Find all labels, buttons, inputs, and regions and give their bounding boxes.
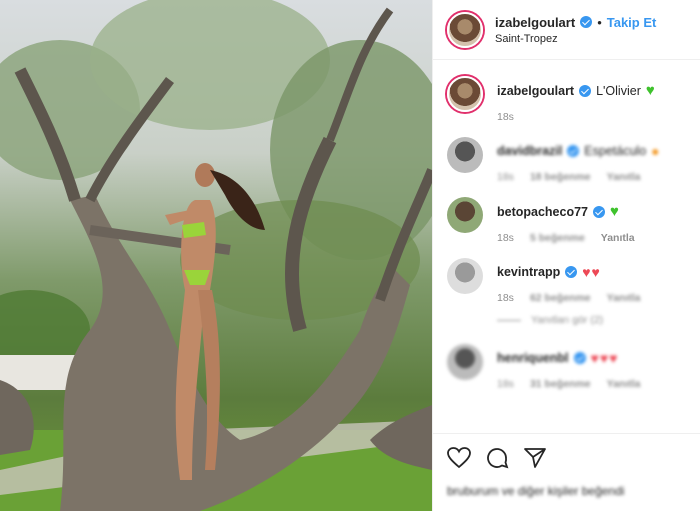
caption-text: L'Olivier [596,83,641,98]
commenter-avatar[interactable] [447,258,483,294]
comment-item: henriquenbl ♥♥♥ 18s 31 beğenme Yanıtla [447,344,686,390]
comment-time[interactable]: 18s [497,171,514,183]
comment-likes[interactable]: 62 beğenme [530,292,591,304]
comment-item: kevintrapp ♥♥ 18s 62 beğenme Yanıtla [447,258,686,304]
emoji-icon: ● [651,143,660,159]
separator-dot: • [597,14,602,30]
heart-icon[interactable] [447,447,471,469]
photo-illustration [0,0,432,511]
commenter-avatar[interactable] [447,137,483,173]
red-hearts-icon: ♥♥ [582,264,601,280]
commenter-username[interactable]: betopacheco77 [497,205,588,219]
replies-divider [497,319,521,321]
follow-button[interactable]: Takip Et [607,15,657,30]
comment-likes[interactable]: 18 beğenme [530,171,591,183]
caption-avatar[interactable] [447,76,483,112]
caption-time[interactable]: 18s [497,111,514,123]
caption: izabelgoulart L'Olivier ♥ 18s [447,76,686,123]
comment-time[interactable]: 18s [497,232,514,244]
post-header: izabelgoulart • Takip Et Saint-Tropez [433,0,700,60]
view-replies-button[interactable]: Yanıtları gör (2) [447,314,686,326]
post-actions: bruburum ve diğer kişiler beğendi [433,433,700,511]
reply-button[interactable]: Yanıtla [607,292,641,304]
comment-text: Espetáculo [584,144,647,158]
comment-icon[interactable] [485,446,509,470]
commenter-avatar[interactable] [447,197,483,233]
reply-button[interactable]: Yanıtla [607,171,641,183]
author-avatar[interactable] [447,11,483,48]
author-username[interactable]: izabelgoulart [495,15,575,30]
post-photo[interactable] [0,0,432,511]
verified-badge-icon [573,352,586,364]
post-side-panel: izabelgoulart • Takip Et Saint-Tropez iz… [432,0,700,511]
green-heart-icon: ♥ [645,82,655,99]
comment-likes[interactable]: 5 beğenme [530,232,585,244]
green-heart-icon: ♥ [610,203,619,220]
red-hearts-icon: ♥♥♥ [590,350,619,366]
verified-badge-icon [593,205,606,218]
comment-item: davidbrazil Espetáculo ● 18s 18 beğenme … [447,137,686,183]
share-icon[interactable] [523,447,547,469]
comment-item: betopacheco77 ♥ 18s 5 beğenme Yanıtla [447,197,686,244]
comment-time[interactable]: 18s [497,292,514,304]
comment-time[interactable]: 18s [497,378,514,390]
reply-button[interactable]: Yanıtla [607,378,641,390]
likes-summary[interactable]: bruburum ve diğer kişiler beğendi [447,484,687,498]
commenter-username[interactable]: henriquenbl [497,351,569,365]
commenter-username[interactable]: davidbrazil [497,144,562,158]
post-location[interactable]: Saint-Tropez [495,33,656,45]
view-replies-label: Yanıtları gör (2) [531,314,604,326]
commenter-avatar[interactable] [447,344,483,380]
verified-badge-icon [565,266,578,278]
comment-likes[interactable]: 31 beğenme [530,378,591,390]
comments-list: izabelgoulart L'Olivier ♥ 18s davidbrazi… [433,60,700,390]
commenter-username[interactable]: kevintrapp [497,265,560,279]
reply-button[interactable]: Yanıtla [601,232,635,244]
verified-badge-icon [580,16,593,28]
verified-badge-icon [567,145,580,157]
verified-badge-icon [579,84,592,97]
caption-username[interactable]: izabelgoulart [497,84,574,98]
